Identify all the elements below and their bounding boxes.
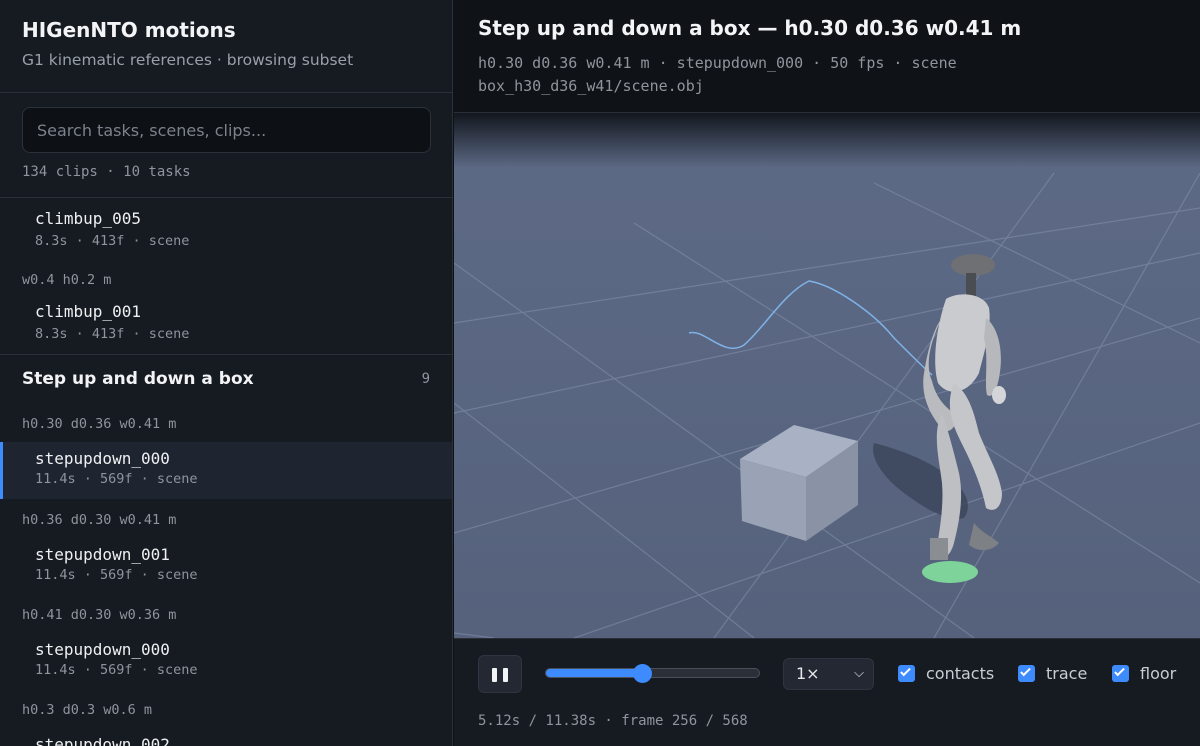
horizon-fade <box>454 113 1200 168</box>
timeline-thumb[interactable] <box>632 664 652 683</box>
floor-checkbox[interactable] <box>1112 664 1129 682</box>
trace-toggle[interactable]: trace <box>1018 663 1087 683</box>
group-title: Step up and down a box <box>22 369 254 389</box>
clip-name: stepupdown_001 <box>35 545 170 564</box>
pause-button[interactable] <box>478 655 522 693</box>
scene-label: h0.36 d0.30 w0.41 m <box>22 512 177 528</box>
clip-meta: 11.4s · 569f · scene <box>35 567 198 583</box>
search-wrap <box>0 93 452 153</box>
chevron-down-icon: ⌵ <box>854 666 864 681</box>
search-input[interactable] <box>22 107 431 153</box>
clip-item[interactable]: stepupdown_001 11.4s · 569f · scene <box>0 539 452 593</box>
timeline-slider[interactable] <box>545 664 760 683</box>
clip-item[interactable]: climbup_001 8.3s · 413f · scene <box>0 293 452 355</box>
sidebar-header: HIGenNTO motions G1 kinematic references… <box>0 0 452 93</box>
clip-meta: 8.3s · 413f · scene <box>35 233 190 249</box>
clip-meta: 11.4s · 569f · scene <box>35 662 198 678</box>
scene-label: h0.41 d0.30 w0.36 m <box>22 607 177 623</box>
group-count: 9 <box>421 371 430 387</box>
playback-controls: 1× ⌵ contacts trace floor 5.12s / 11.38s… <box>454 638 1200 746</box>
scene-label: h0.3 d0.3 w0.6 m <box>22 702 153 718</box>
clip-meta: 8.3s · 413f · scene <box>35 326 190 342</box>
clip-header: Step up and down a box — h0.30 d0.36 w0.… <box>454 0 1200 113</box>
viewport-scene <box>454 113 1200 638</box>
clip-item[interactable]: stepupdown_000 11.4s · 569f · scene <box>0 634 452 688</box>
scene-label: h0.30 d0.36 w0.41 m <box>22 416 177 432</box>
timeline-fill <box>546 669 642 677</box>
trace-label: trace <box>1046 663 1088 683</box>
clip-name: stepupdown_002 <box>35 735 170 746</box>
clip-subtitle: h0.30 d0.36 w0.41 m · stepupdown_000 · 5… <box>478 54 957 95</box>
sidebar: HIGenNTO motions G1 kinematic references… <box>0 0 453 746</box>
floor-toggle[interactable]: floor <box>1112 663 1176 683</box>
foot-contact <box>922 561 978 583</box>
clip-title: Step up and down a box — h0.30 d0.36 w0.… <box>478 16 1022 40</box>
clip-item[interactable]: stepupdown_002 <box>0 729 452 746</box>
pause-icon <box>492 668 497 682</box>
clip-name: stepupdown_000 <box>35 449 170 468</box>
clip-list: climbup_005 8.3s · 413f · scene w0.4 h0.… <box>0 198 452 746</box>
clip-item[interactable]: climbup_005 8.3s · 413f · scene <box>0 198 452 257</box>
floor-plane <box>454 113 1200 638</box>
clip-name: stepupdown_000 <box>35 640 170 659</box>
floor-label: floor <box>1140 663 1177 683</box>
clip-item-active[interactable]: stepupdown_000 11.4s · 569f · scene <box>0 442 452 499</box>
speed-select[interactable]: 1× ⌵ <box>783 658 874 690</box>
trace-checkbox[interactable] <box>1018 664 1035 682</box>
app-subtitle: G1 kinematic references · browsing subse… <box>22 51 354 69</box>
contacts-label: contacts <box>926 663 995 683</box>
pause-icon <box>503 668 508 682</box>
time-readout: 5.12s / 11.38s · frame 256 / 568 <box>478 713 748 729</box>
task-group-header[interactable]: Step up and down a box 9 <box>0 355 452 403</box>
3d-viewport[interactable] <box>454 113 1200 638</box>
clip-meta: 11.4s · 569f · scene <box>35 471 198 487</box>
speed-value: 1× <box>796 664 820 683</box>
main-panel: Step up and down a box — h0.30 d0.36 w0.… <box>454 0 1200 746</box>
app-title: HIGenNTO motions <box>22 18 236 42</box>
scene-label: w0.4 h0.2 m <box>22 272 112 288</box>
contacts-checkbox[interactable] <box>898 664 915 682</box>
contacts-toggle[interactable]: contacts <box>898 663 994 683</box>
clip-name: climbup_005 <box>35 209 141 228</box>
clip-name: climbup_001 <box>35 302 141 321</box>
clip-count: 134 clips · 10 tasks <box>22 164 191 180</box>
